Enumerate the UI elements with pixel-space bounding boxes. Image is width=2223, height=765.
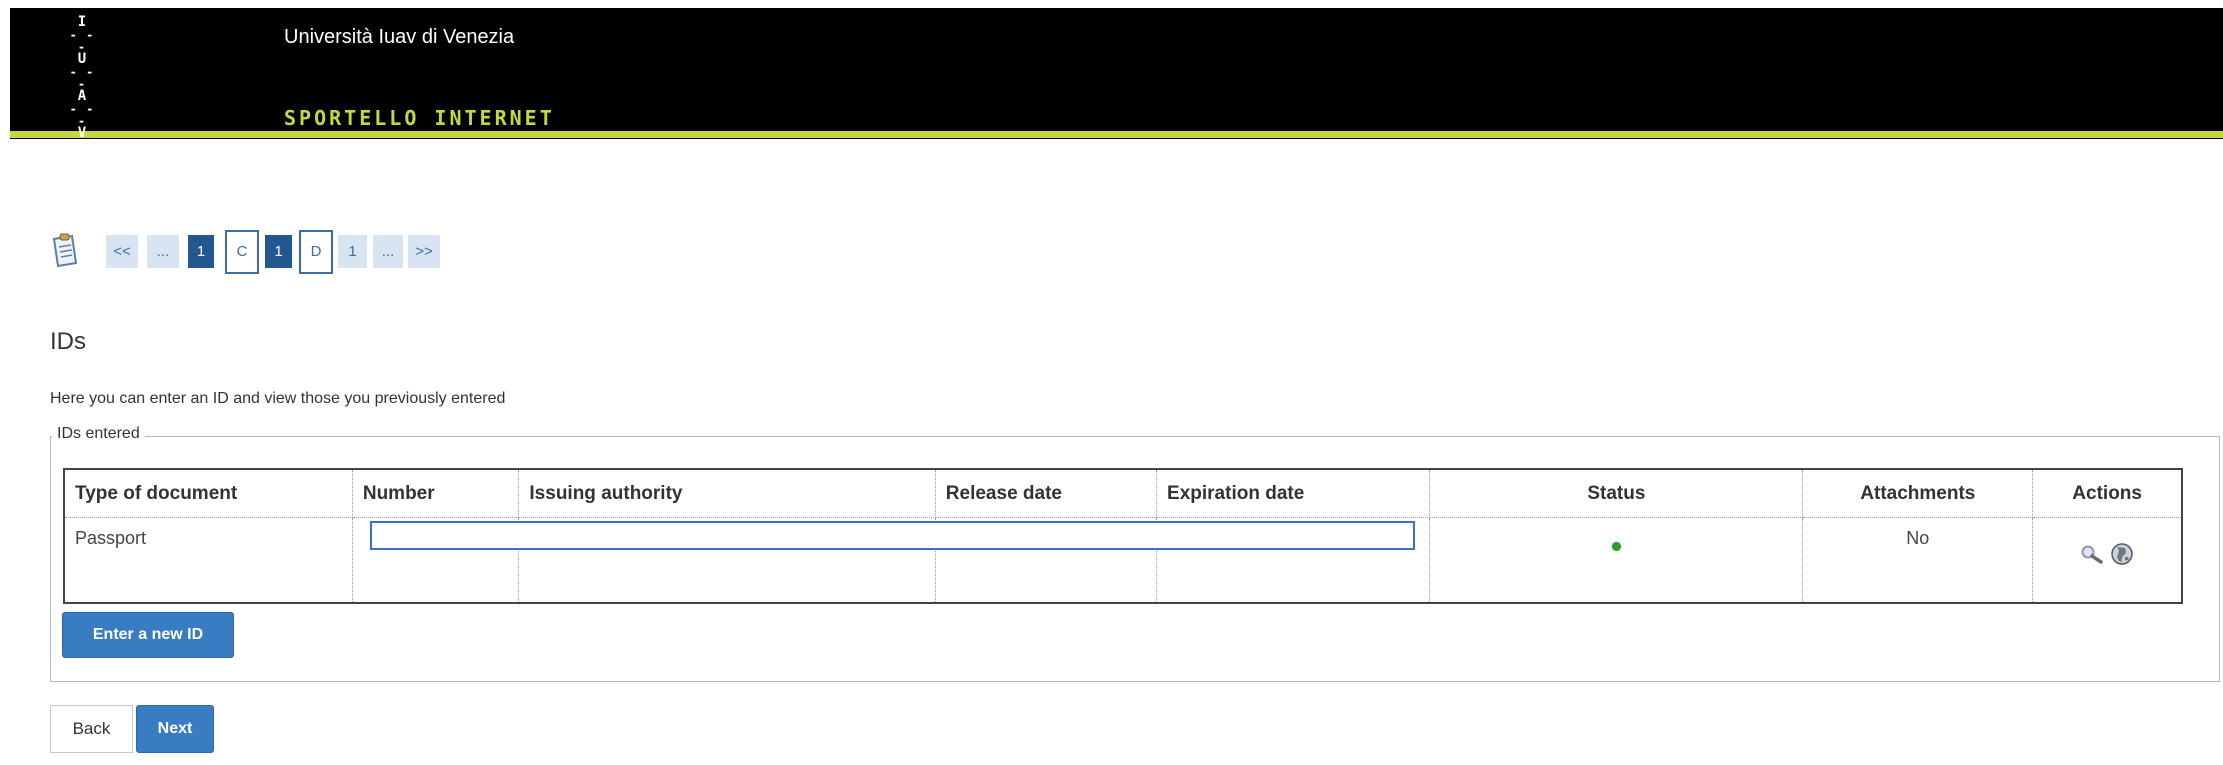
pager-step-current[interactable]: 1 [265,235,292,268]
pager-ellipsis-right: ... [373,235,403,268]
pager-step-d[interactable]: D [299,230,333,274]
status-indicator-icon [1611,542,1621,551]
magnifier-icon[interactable] [2080,544,2104,564]
next-button[interactable]: Next [136,705,214,753]
pager-step-1[interactable]: 1 [188,235,214,268]
university-name: Università Iuav di Venezia [284,26,515,48]
col-expiration-date[interactable]: Expiration date [1156,469,1431,518]
cell-actions [2033,518,2182,604]
fieldset-legend: IDs entered [52,425,145,443]
table-header-row: Type of document Number Issuing authorit… [64,469,2182,518]
col-actions: Actions [2032,469,2182,518]
pager-step-next[interactable]: 1 [338,235,367,268]
service-name: SPORTELLO INTERNET [284,106,555,130]
col-number[interactable]: Number [352,469,520,518]
col-status[interactable]: Status [1429,469,1804,518]
intro-text: Here you can enter an ID and view those … [50,390,506,407]
globe-icon[interactable] [2110,542,2134,566]
clipboard-icon [52,233,78,268]
pager-step-c[interactable]: C [225,230,259,274]
col-type-of-document[interactable]: Type of document [64,469,353,518]
cell-attachments: No [1802,517,2034,603]
enter-new-id-button[interactable]: Enter a new ID [62,612,234,658]
pager-ellipsis-left: ... [147,235,179,268]
col-release-date[interactable]: Release date [935,469,1158,518]
back-button[interactable]: Back [50,705,133,753]
page-title: IDs [50,328,86,355]
cell-status [1429,517,1804,603]
cell-type: Passport [64,517,353,603]
iuav-logo: I - - - U - - - A - - - V [62,15,102,140]
col-issuing-authority[interactable]: Issuing authority [518,469,936,518]
highlighted-input-field[interactable] [370,521,1415,550]
pager-last[interactable]: >> [408,235,440,268]
pager-first[interactable]: << [106,235,138,268]
header-accent-rule [10,131,2223,138]
col-attachments[interactable]: Attachments [1802,469,2034,518]
logo-letter-v: V [77,125,87,141]
